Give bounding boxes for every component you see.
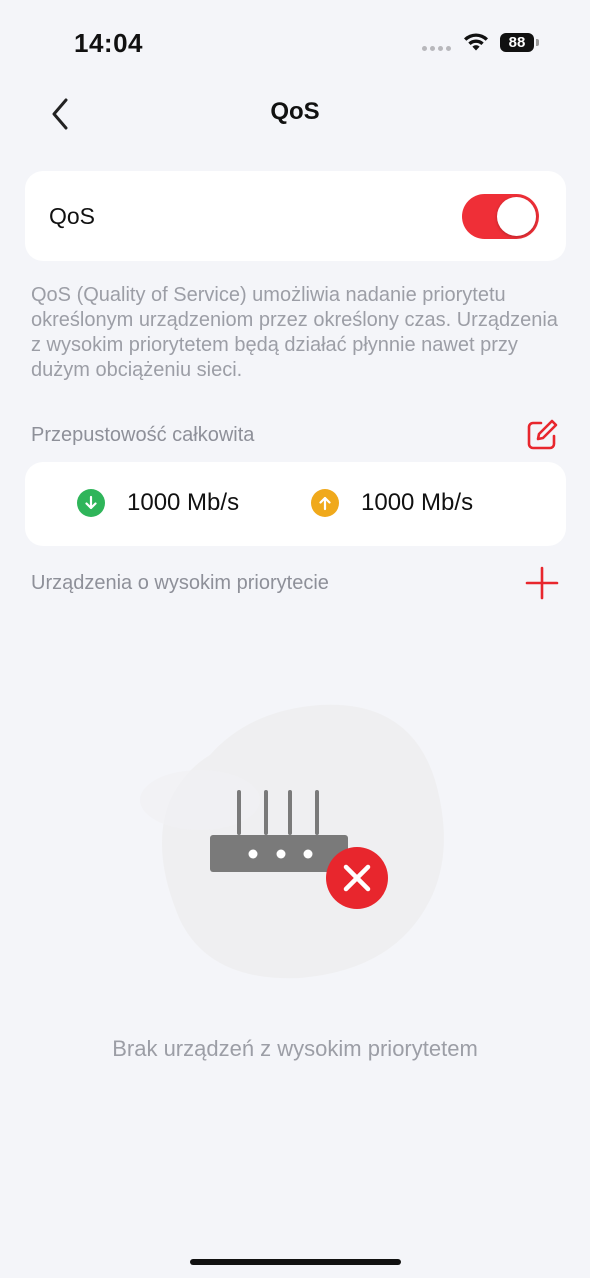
edit-icon <box>527 419 558 450</box>
empty-state-text: Brak urządzeń z wysokim priorytetem <box>112 1036 478 1061</box>
wifi-icon <box>464 33 488 51</box>
arrow-up-icon <box>311 489 339 517</box>
toggle-knob <box>497 197 536 236</box>
qos-label: QoS <box>49 203 96 229</box>
router-error-illustration <box>140 704 444 979</box>
cellular-signal-icon <box>422 46 451 51</box>
add-device-button[interactable] <box>524 565 560 601</box>
qos-toggle[interactable] <box>462 194 539 239</box>
battery-indicator: 88 <box>500 33 534 52</box>
battery-cap <box>536 39 539 46</box>
devices-section-label: Urządzenia o wysokim priorytecie <box>31 572 329 594</box>
arrow-down-icon <box>77 489 105 517</box>
download-bandwidth: 1000 Mb/s <box>77 489 239 517</box>
status-time: 14:04 <box>74 28 143 58</box>
download-value: 1000 Mb/s <box>127 489 240 516</box>
upload-value: 1000 Mb/s <box>361 489 474 516</box>
edit-bandwidth-button[interactable] <box>524 417 560 453</box>
upload-bandwidth: 1000 Mb/s <box>311 489 473 517</box>
bandwidth-card: 1000 Mb/s 1000 Mb/s <box>25 462 566 546</box>
plus-icon <box>525 566 559 600</box>
qos-description: QoS (Quality of Service) umożliwia nadan… <box>31 284 558 381</box>
page-title: QoS <box>270 98 320 125</box>
qos-toggle-card: QoS <box>25 171 566 261</box>
bandwidth-section-label: Przepustowość całkowita <box>31 424 255 446</box>
status-bar: 14:04 88 <box>0 0 590 80</box>
home-indicator[interactable] <box>190 1259 401 1265</box>
